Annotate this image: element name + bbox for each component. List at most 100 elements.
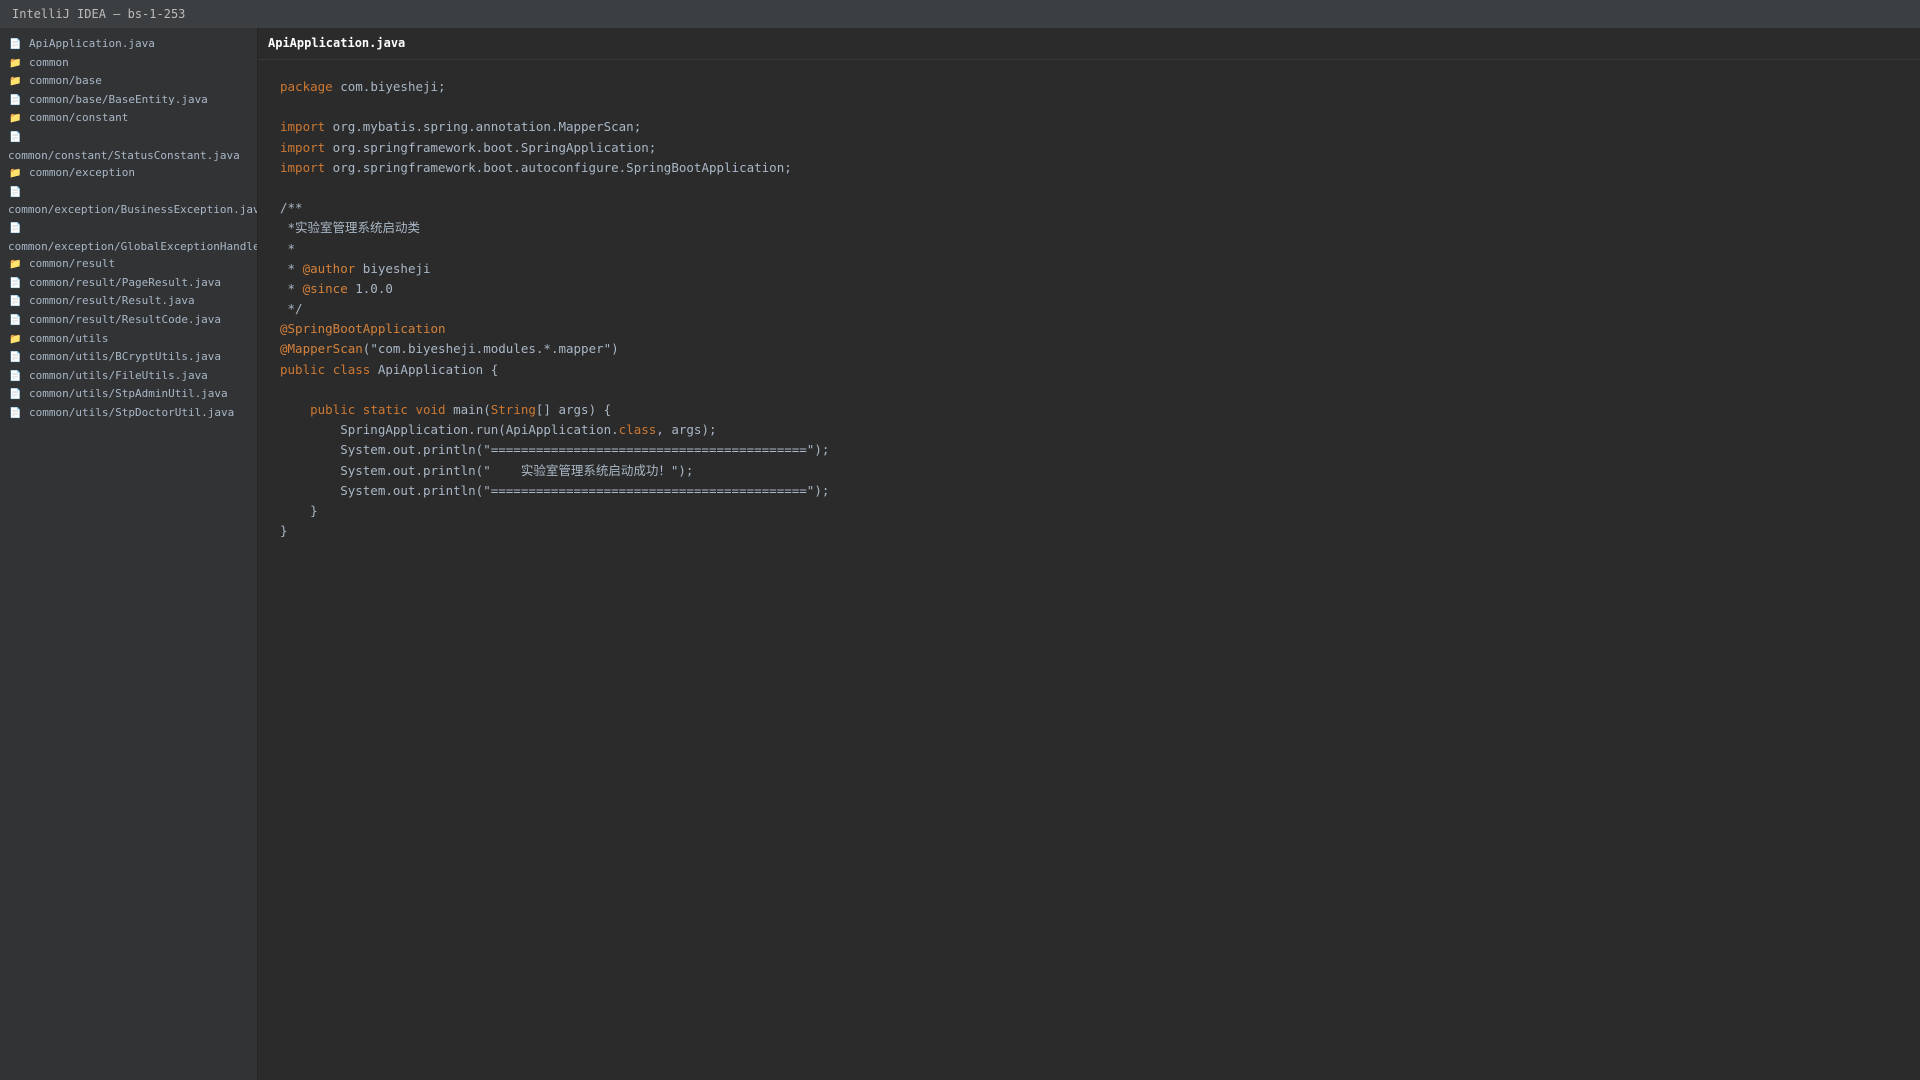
code-line: import org.springframework.boot.autoconf… — [280, 158, 829, 178]
tree-file[interactable]: 📄 common/constant/StatusConstant.java — [0, 128, 257, 164]
project-tree[interactable]: 📄 ApiApplication.java 📁 common 📁 common/base 📄… — [0, 28, 258, 1080]
tree-folder[interactable]: 📁 common/base — [0, 72, 257, 91]
code-editor[interactable]: ApiApplication.java package com.biyeshej… — [259, 28, 1920, 1080]
tree-file[interactable]: 📄 common/exception/GlobalExceptionHandler… — [0, 219, 257, 255]
tree-file[interactable]: 📄 common/base/BaseEntity.java — [0, 91, 257, 110]
tree-folder[interactable]: 📁 common/constant — [0, 109, 257, 128]
code-token: } — [280, 523, 288, 539]
folder-icon: 📁 — [9, 57, 22, 69]
code-token: [] args) { — [535, 402, 612, 417]
folder-icon: 📁 — [9, 259, 22, 271]
file-icon: 📄 — [9, 407, 22, 419]
code-line: } — [280, 501, 829, 521]
code-line: package com.biyesheji; — [280, 77, 829, 97]
tree-item-label: common/result/Result.java — [29, 294, 195, 308]
tree-file[interactable]: 📄 common/result/Result.java — [0, 292, 257, 311]
code-token: String — [490, 402, 536, 417]
code-token: org.mybatis.spring.annotation.MapperScan… — [325, 119, 642, 135]
tree-item-label: common/utils/StpAdminUtil.java — [29, 387, 228, 401]
file-icon: 📄 — [9, 277, 22, 289]
code-token: * — [280, 260, 303, 276]
code-token: *实验室管理系统启动类 — [280, 220, 421, 236]
code-token: biyesheji — [355, 260, 431, 276]
code-line: import org.mybatis.spring.annotation.Map… — [280, 117, 829, 137]
tree-item-label: common/constant/StatusConstant.java — [8, 148, 240, 162]
code-line: * — [280, 239, 829, 259]
code-token: */ — [280, 301, 303, 317]
tree-folder[interactable]: 📁 common — [0, 54, 257, 73]
folder-icon: 📁 — [9, 113, 22, 125]
code-line: @MapperScan("com.biyesheji.modules.*.map… — [280, 339, 829, 359]
code-token: , args); — [656, 422, 717, 438]
code-line: * @author biyesheji — [280, 259, 829, 279]
tree-folder[interactable]: 📁 common/exception — [0, 164, 257, 183]
tree-item-label: common/utils/BCryptUtils.java — [29, 350, 222, 364]
tree-file[interactable]: 📄 common/utils/StpAdminUtil.java — [0, 385, 257, 404]
code-token: import — [280, 139, 326, 155]
tree-file[interactable]: 📄 ApiApplication.java — [0, 35, 257, 54]
tree-item-label: common/utils/StpDoctorUtil.java — [29, 405, 235, 419]
code-line: *实验室管理系统启动类 — [280, 218, 829, 238]
tree-folder[interactable]: 📁 common/result — [0, 255, 257, 274]
code-line: SpringApplication.run(ApiApplication.cla… — [280, 420, 829, 440]
tree-folder[interactable]: 📁 common/utils — [0, 330, 257, 349]
code-token: * — [280, 240, 296, 256]
file-icon: 📄 — [9, 296, 22, 308]
code-token: SpringApplication.run(ApiApplication. — [280, 422, 619, 438]
tree-item-label: common/utils/FileUtils.java — [29, 368, 208, 382]
file-icon: 📄 — [9, 222, 22, 234]
code-token: org.springframework.boot.autoconfigure.S… — [325, 159, 792, 175]
code-line: import org.springframework.boot.SpringAp… — [280, 138, 829, 158]
code-token: void — [415, 402, 446, 417]
folder-icon: 📁 — [9, 76, 22, 88]
editor-tab-bar: ApiApplication.java — [259, 28, 1920, 60]
tree-file[interactable]: 📄 common/result/ResultCode.java — [0, 311, 257, 330]
file-icon: 📄 — [9, 389, 22, 401]
file-icon: 📄 — [9, 370, 22, 382]
file-icon: 📄 — [9, 314, 22, 326]
tree-item-label: common/result/ResultCode.java — [29, 312, 222, 326]
tree-file[interactable]: 📄 common/utils/BCryptUtils.java — [0, 348, 257, 367]
code-token: org.springframework.boot.SpringApplicati… — [325, 139, 657, 155]
tree-file[interactable]: 📄 common/utils/FileUtils.java — [0, 367, 257, 386]
code-token: System.out.println("====================… — [280, 442, 830, 458]
code-token: static — [362, 402, 408, 417]
tree-file[interactable]: 📄 common/exception/BusinessException.java — [0, 183, 257, 219]
code-line: System.out.println(" 实验室管理系统启动成功！"); — [280, 461, 829, 481]
code-line: public class ApiApplication { — [280, 360, 829, 380]
tree-item-label: common/exception/BusinessException.java — [8, 203, 258, 217]
code-line: } — [280, 521, 829, 541]
code-line: System.out.println("====================… — [280, 440, 829, 460]
code-content[interactable]: package com.biyesheji; import org.mybati… — [280, 77, 829, 541]
code-token: @MapperScan — [280, 341, 363, 357]
code-token: class — [332, 361, 371, 377]
tree-item-label: ApiApplication.java — [29, 37, 155, 50]
code-token: } — [280, 502, 318, 518]
tree-file[interactable]: 📄 common/utils/StpDoctorUtil.java — [0, 404, 257, 423]
code-token: public — [280, 361, 326, 377]
code-line: System.out.println("====================… — [280, 481, 829, 501]
tree-item-label: common — [29, 55, 69, 69]
tree-item-label: common/utils — [29, 331, 109, 345]
code-line: */ — [280, 299, 829, 319]
code-token: ("com.biyesheji.modules.*.mapper") — [362, 341, 619, 357]
tree-item-label: common/constant — [29, 111, 129, 125]
tree-item-label: common/exception — [29, 166, 135, 180]
code-line: * @since 1.0.0 — [280, 279, 829, 299]
code-token: @SpringBootApplication — [280, 321, 446, 337]
tab-api-application[interactable]: ApiApplication.java — [259, 28, 413, 59]
tree-file[interactable]: 📄 common/result/PageResult.java — [0, 274, 257, 293]
code-token: 1.0.0 — [347, 280, 393, 296]
file-icon: 📄 — [9, 186, 22, 198]
code-token: /** — [280, 200, 303, 216]
tree-item-label: common/base/BaseEntity.java — [29, 92, 208, 106]
code-line: public static void main(String[] args) { — [280, 400, 829, 420]
code-token: class — [618, 422, 657, 438]
file-icon: 📄 — [9, 94, 22, 106]
